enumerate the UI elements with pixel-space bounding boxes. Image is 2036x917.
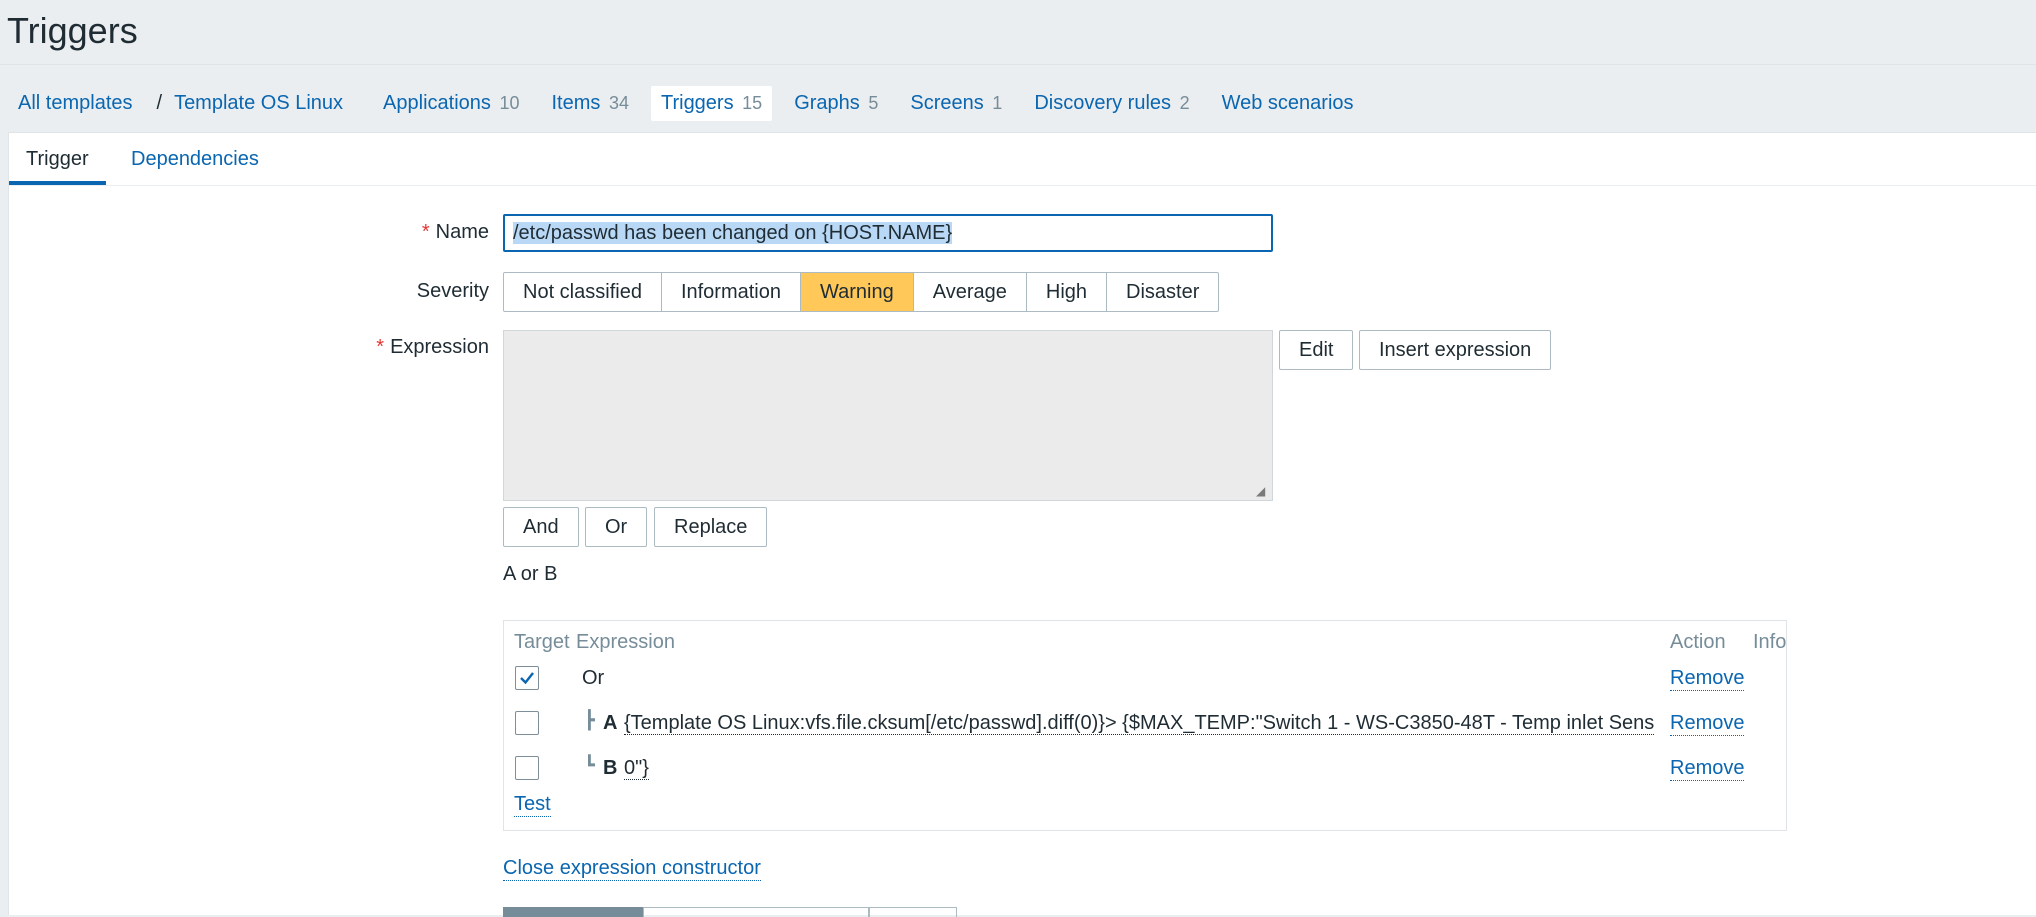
tab-trigger[interactable]: Trigger [9,133,106,185]
close-expression-constructor-link[interactable]: Close expression constructor [503,857,761,881]
nav-graphs[interactable]: Graphs 5 [784,86,888,121]
nav-triggers[interactable]: Triggers 15 [650,85,773,121]
expression-letter: A [603,712,618,734]
remove-link[interactable]: Remove [1670,757,1745,781]
expression-label: * Expression [376,336,489,358]
cancel-button-partial[interactable] [869,907,957,917]
trigger-form-panel: Trigger Dependencies * Name /etc/passwd h… [8,132,2036,917]
expression-constructor-table: Target Expression Action Info Or Remove … [503,620,1787,831]
target-checkbox[interactable] [515,756,539,780]
form-tabs: Trigger Dependencies [9,133,2036,186]
nav-items[interactable]: Items 34 [541,86,639,121]
nav-web-scenarios[interactable]: Web scenarios [1212,86,1364,121]
replace-button[interactable]: Replace [654,507,768,547]
header-target: Target [514,631,570,653]
bottom-buttons-partial [503,907,957,917]
target-checkbox[interactable] [515,666,539,690]
header-info: Info [1753,631,1787,653]
and-button[interactable]: And [503,507,579,547]
name-label: * Name [421,221,489,243]
nav-screens[interactable]: Screens 1 [900,86,1012,121]
severity-disaster[interactable]: Disaster [1106,272,1220,312]
resize-handle-icon[interactable]: ◢ [1256,484,1270,498]
header-action: Action [1670,631,1726,653]
severity-warning[interactable]: Warning [800,272,914,312]
severity-high[interactable]: High [1025,272,1108,312]
nav-discovery-rules[interactable]: Discovery rules 2 [1024,86,1199,121]
expression-a[interactable]: {Template OS Linux:vfs.file.cksum[/etc/p… [624,712,1658,735]
expression-summary: A or B [503,563,558,585]
remove-link[interactable]: Remove [1670,712,1745,736]
breadcrumb-nav: All templates / Template OS Linux Applic… [8,84,1376,122]
severity-average[interactable]: Average [912,272,1027,312]
tree-branch-icon: ┣ [584,710,595,731]
check-icon [520,672,534,685]
severity-not-classified[interactable]: Not classified [503,272,662,312]
name-input-value: /etc/passwd has been changed on {HOST.NA… [513,222,953,244]
name-input[interactable]: /etc/passwd has been changed on {HOST.NA… [503,214,1273,252]
tree-end-icon: ┗ [584,755,595,776]
remove-link[interactable]: Remove [1670,667,1745,691]
expression-b[interactable]: 0"} [624,757,649,780]
expression-letter: B [603,757,618,779]
add-button-partial[interactable] [503,907,643,917]
expression-textarea[interactable]: ◢ [503,330,1273,501]
expression-or-node: Or [582,667,605,689]
severity-selector: Not classified Information Warning Avera… [503,272,1220,312]
target-checkbox[interactable] [515,711,539,735]
header-expression: Expression [576,631,675,653]
breadcrumb-all-templates[interactable]: All templates [8,86,143,121]
breadcrumb-separator: / [156,91,163,114]
test-link[interactable]: Test [514,793,551,817]
breadcrumb-template[interactable]: Template OS Linux [174,86,353,121]
severity-information[interactable]: Information [660,272,801,312]
divider [0,64,2036,65]
page-title: Triggers [7,10,138,51]
nav-applications[interactable]: Applications 10 [373,86,529,121]
test-button-partial[interactable] [643,907,869,917]
or-button[interactable]: Or [585,507,648,547]
insert-expression-button[interactable]: Insert expression [1359,330,1552,370]
severity-label: Severity [416,280,489,302]
required-mark: * [421,221,430,243]
edit-button[interactable]: Edit [1279,330,1354,370]
required-mark: * [376,336,385,358]
tab-dependencies[interactable]: Dependencies [114,133,276,185]
